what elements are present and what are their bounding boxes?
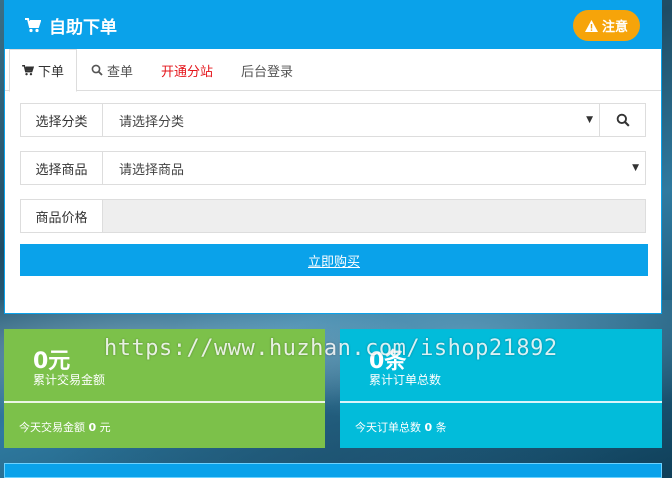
category-row: 选择分类 请选择分类 ▼ bbox=[20, 103, 646, 137]
product-select[interactable]: 请选择商品 ▼ bbox=[102, 151, 646, 185]
tab-query-label: 查单 bbox=[107, 64, 134, 80]
caret-down-icon: ▼ bbox=[586, 115, 593, 125]
shopping-cart-icon bbox=[22, 65, 34, 76]
panel-title-text: 自助下单 bbox=[49, 17, 117, 38]
divider bbox=[340, 401, 662, 403]
warning-icon bbox=[584, 19, 598, 32]
today-orders-value: 0 bbox=[424, 421, 433, 434]
total-orders-caption: 累计订单总数 bbox=[369, 373, 442, 387]
tab-order-label: 下单 bbox=[38, 65, 65, 80]
watermark-text: https://www.huzhan.com/ishop21892 bbox=[104, 336, 558, 361]
notice-button[interactable]: 注意 bbox=[572, 10, 640, 41]
price-label: 商品价格 bbox=[20, 199, 102, 233]
category-search-button[interactable] bbox=[600, 103, 646, 137]
notice-label: 注意 bbox=[601, 20, 628, 35]
today-orders-prefix: 今天订单总数 bbox=[355, 421, 421, 434]
total-amount-caption: 累计交易金额 bbox=[33, 373, 106, 387]
category-select[interactable]: 请选择分类 ▼ bbox=[102, 103, 600, 137]
buy-now-button[interactable]: 立即购买 bbox=[20, 244, 648, 276]
price-row: 商品价格 bbox=[20, 199, 646, 233]
shopping-cart-icon bbox=[25, 17, 41, 32]
order-panel: 自助下单 注意 下单 查单 开通分站 后台登录 选择分类 请选择分类 ▼ 选择商… bbox=[4, 0, 662, 314]
price-field bbox=[102, 199, 646, 233]
today-orders-unit: 条 bbox=[435, 421, 447, 434]
tab-open-substation[interactable]: 开通分站 bbox=[147, 49, 227, 91]
caret-down-icon: ▼ bbox=[632, 163, 639, 173]
order-form: 选择分类 请选择分类 ▼ 选择商品 请选择商品 ▼ 商品价格 立即购买 bbox=[5, 91, 661, 276]
today-orders: 今天订单总数 0 条 bbox=[355, 419, 447, 435]
panel-header: 自助下单 注意 bbox=[5, 1, 661, 49]
tab-bar: 下单 查单 开通分站 后台登录 bbox=[5, 49, 661, 92]
category-select-value: 请选择分类 bbox=[119, 114, 185, 130]
next-panel-edge bbox=[4, 463, 662, 478]
panel-title: 自助下单 bbox=[25, 13, 117, 38]
divider bbox=[4, 401, 325, 403]
product-select-value: 请选择商品 bbox=[119, 162, 185, 178]
category-label: 选择分类 bbox=[20, 103, 102, 137]
tab-admin-login-label: 后台登录 bbox=[241, 64, 294, 80]
product-row: 选择商品 请选择商品 ▼ bbox=[20, 151, 646, 185]
tab-query[interactable]: 查单 bbox=[77, 49, 147, 91]
today-amount: 今天交易金额 0 元 bbox=[19, 419, 111, 435]
today-amount-prefix: 今天交易金额 bbox=[19, 421, 85, 434]
tab-order[interactable]: 下单 bbox=[9, 49, 78, 92]
search-icon bbox=[91, 64, 103, 76]
search-icon bbox=[616, 113, 630, 127]
today-amount-unit: 元 bbox=[99, 421, 111, 434]
today-amount-value: 0 bbox=[88, 421, 97, 434]
product-label: 选择商品 bbox=[20, 151, 102, 185]
tab-open-substation-label: 开通分站 bbox=[161, 64, 214, 80]
tab-admin-login[interactable]: 后台登录 bbox=[227, 49, 307, 91]
